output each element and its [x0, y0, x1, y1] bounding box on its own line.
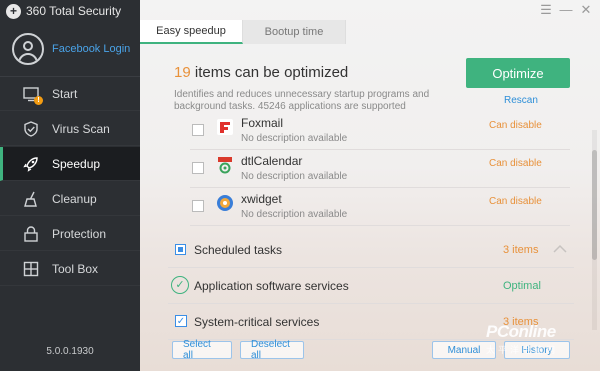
sidebar-item-virus-scan[interactable]: Virus Scan — [0, 112, 140, 146]
sidebar-item-label: Speedup — [52, 156, 101, 171]
account-area[interactable]: Facebook Login — [0, 26, 140, 72]
section-status: 3 items — [503, 244, 539, 256]
watermark-logo: PConline 太平洋电脑网 — [486, 322, 600, 362]
list-item-foxmail[interactable]: Foxmail No description available Can dis… — [190, 118, 570, 150]
tab-bootup-time[interactable]: Bootup time — [243, 20, 346, 44]
avatar-icon[interactable] — [12, 33, 44, 65]
startup-list: Foxmail No description available Can dis… — [140, 118, 600, 340]
rocket-icon — [22, 155, 40, 173]
scrollbar[interactable] — [592, 130, 597, 330]
item-status: Can disable — [489, 120, 542, 131]
checkbox-checked-icon[interactable]: ✓ — [175, 315, 187, 327]
item-name: dtlCalendar — [241, 154, 303, 168]
sidebar-item-label: Tool Box — [52, 261, 99, 276]
sidebar-item-speedup[interactable]: Speedup — [0, 147, 140, 181]
xwidget-icon — [216, 194, 234, 212]
partial-checkbox-icon[interactable] — [175, 244, 186, 255]
rescan-link[interactable]: Rescan — [504, 95, 538, 106]
item-name: Foxmail — [241, 118, 284, 130]
scrollbar-thumb[interactable] — [592, 150, 597, 260]
broom-icon — [22, 190, 40, 208]
app-title-bar: + 360 Total Security — [0, 0, 140, 22]
facebook-login-link[interactable]: Facebook Login — [52, 43, 130, 55]
watermark-sub: 太平洋电脑网 — [486, 345, 559, 355]
section-label: System-critical services — [194, 315, 320, 329]
window-controls: ☰ — ✕ — [536, 2, 596, 18]
item-checkbox[interactable] — [192, 200, 204, 212]
section-status: Optimal — [503, 280, 541, 292]
sidebar-item-label: Start — [52, 86, 78, 101]
section-scheduled-tasks[interactable]: Scheduled tasks 3 items — [168, 232, 574, 268]
deselect-all-button[interactable]: Deselect all — [240, 339, 304, 361]
warning-badge: ! — [34, 95, 43, 105]
monitor-icon: ! — [22, 85, 43, 105]
summary-title-text: items can be optimized — [194, 64, 349, 81]
watermark-main: PConline — [486, 322, 556, 341]
sidebar-item-label: Protection — [52, 226, 107, 241]
section-application-services[interactable]: ✓ Application software services Optimal — [168, 268, 574, 304]
sidebar-item-protection[interactable]: Protection — [0, 217, 140, 251]
item-checkbox[interactable] — [192, 162, 204, 174]
toolbox-icon — [22, 260, 40, 278]
section-label: Scheduled tasks — [194, 243, 283, 257]
list-item-dtlcalendar[interactable]: dtlCalendar No description available Can… — [190, 150, 570, 188]
item-name: xwidget — [241, 192, 282, 206]
main-panel: ☰ — ✕ Easy speedup Bootup time 19 items … — [140, 0, 600, 371]
minimize-icon[interactable]: — — [556, 2, 576, 18]
lock-icon — [22, 225, 40, 243]
sidebar-item-tool-box[interactable]: Tool Box — [0, 252, 140, 286]
select-all-button[interactable]: Select all — [172, 339, 232, 361]
check-circle-icon: ✓ — [171, 276, 189, 294]
calendar-icon — [216, 156, 234, 174]
tab-easy-speedup[interactable]: Easy speedup — [140, 20, 243, 44]
foxmail-icon — [216, 118, 234, 136]
sidebar-item-label: Virus Scan — [52, 121, 110, 136]
item-status: Can disable — [489, 196, 542, 207]
menu-icon[interactable]: ☰ — [536, 2, 556, 18]
sidebar: + 360 Total Security Facebook Login ! St… — [0, 0, 140, 371]
tab-bar: Easy speedup Bootup time — [140, 20, 346, 44]
sidebar-item-cleanup[interactable]: Cleanup — [0, 182, 140, 216]
optimize-button[interactable]: Optimize — [466, 58, 570, 88]
version-label: 5.0.0.1930 — [46, 346, 94, 357]
item-status: Can disable — [489, 158, 542, 169]
item-description: No description available — [241, 133, 348, 144]
summary-description: Identifies and reduces unnecessary start… — [174, 89, 430, 112]
chevron-up-icon[interactable] — [551, 240, 569, 258]
sidebar-item-label: Cleanup — [52, 191, 97, 206]
app-title: 360 Total Security — [26, 4, 122, 18]
item-checkbox[interactable] — [192, 124, 204, 136]
sidebar-item-start[interactable]: ! Start — [0, 77, 140, 111]
app-logo-icon: + — [6, 3, 21, 19]
item-description: No description available — [241, 171, 348, 182]
optimizable-count: 19 — [174, 64, 191, 81]
optimize-summary-title: 19 items can be optimized — [174, 64, 348, 81]
close-icon[interactable]: ✕ — [576, 2, 596, 18]
section-label: Application software services — [194, 279, 349, 293]
list-item-xwidget[interactable]: xwidget No description available Can dis… — [190, 188, 570, 226]
item-description: No description available — [241, 209, 348, 220]
shield-icon — [22, 120, 40, 138]
